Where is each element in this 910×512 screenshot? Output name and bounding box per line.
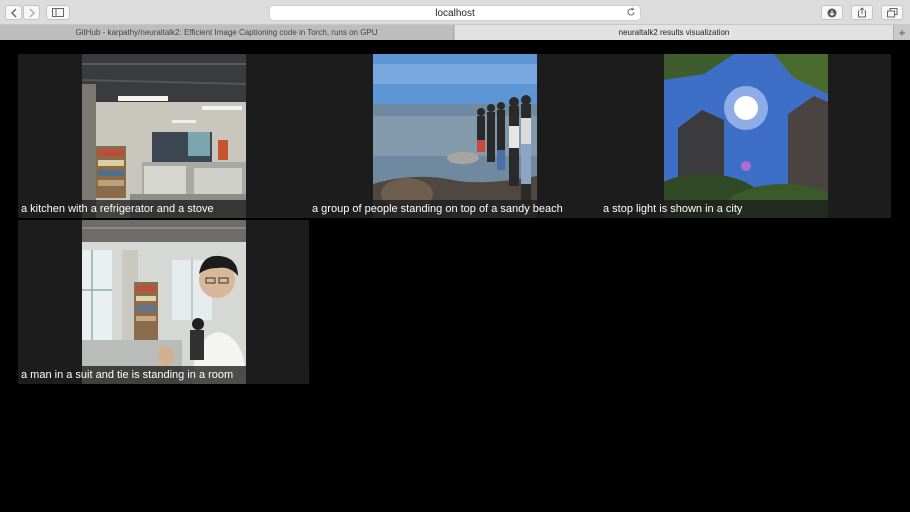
result-card: a group of people standing on top of a s… <box>309 54 600 218</box>
tab-overview-button[interactable] <box>881 5 903 20</box>
browser-toolbar: localhost <box>0 0 910 25</box>
sidebar-button[interactable] <box>46 5 70 20</box>
tab-github[interactable]: GitHub - karpathy/neuraltalk2: Efficient… <box>0 25 454 40</box>
url-text: localhost <box>435 7 475 19</box>
result-caption: a stop light is shown in a city <box>600 200 891 218</box>
share-icon <box>858 7 866 18</box>
result-caption: a kitchen with a refrigerator and a stov… <box>18 200 309 218</box>
result-image <box>82 54 246 218</box>
tab-label: GitHub - karpathy/neuraltalk2: Efficient… <box>75 28 378 37</box>
new-tab-icon: + <box>898 25 906 40</box>
reload-button[interactable] <box>626 7 636 20</box>
downloads-button[interactable] <box>821 5 843 20</box>
result-image <box>373 54 537 218</box>
tabs-overview-icon <box>886 7 897 17</box>
result-image <box>82 220 246 384</box>
sidebar-icon <box>52 8 64 17</box>
new-tab-button[interactable]: + <box>893 25 910 40</box>
tab-results[interactable]: neuraltalk2 results visualization <box>455 25 893 40</box>
result-card: a man in a suit and tie is standing in a… <box>18 220 309 384</box>
share-button[interactable] <box>851 5 873 20</box>
result-caption: a man in a suit and tie is standing in a… <box>18 366 309 384</box>
reload-icon <box>627 7 635 16</box>
result-card: a kitchen with a refrigerator and a stov… <box>18 54 309 218</box>
result-card: a stop light is shown in a city <box>600 54 891 218</box>
back-icon <box>10 8 16 17</box>
forward-icon <box>29 8 35 17</box>
result-caption: a group of people standing on top of a s… <box>309 200 600 218</box>
results-page: a kitchen with a refrigerator and a stov… <box>0 40 910 512</box>
tab-label: neuraltalk2 results visualization <box>618 28 730 37</box>
back-button[interactable] <box>5 5 22 20</box>
forward-button[interactable] <box>23 5 40 20</box>
result-image <box>664 54 828 218</box>
tab-bar: GitHub - karpathy/neuraltalk2: Efficient… <box>0 25 910 40</box>
download-icon <box>827 8 837 17</box>
address-bar[interactable]: localhost <box>269 5 641 21</box>
